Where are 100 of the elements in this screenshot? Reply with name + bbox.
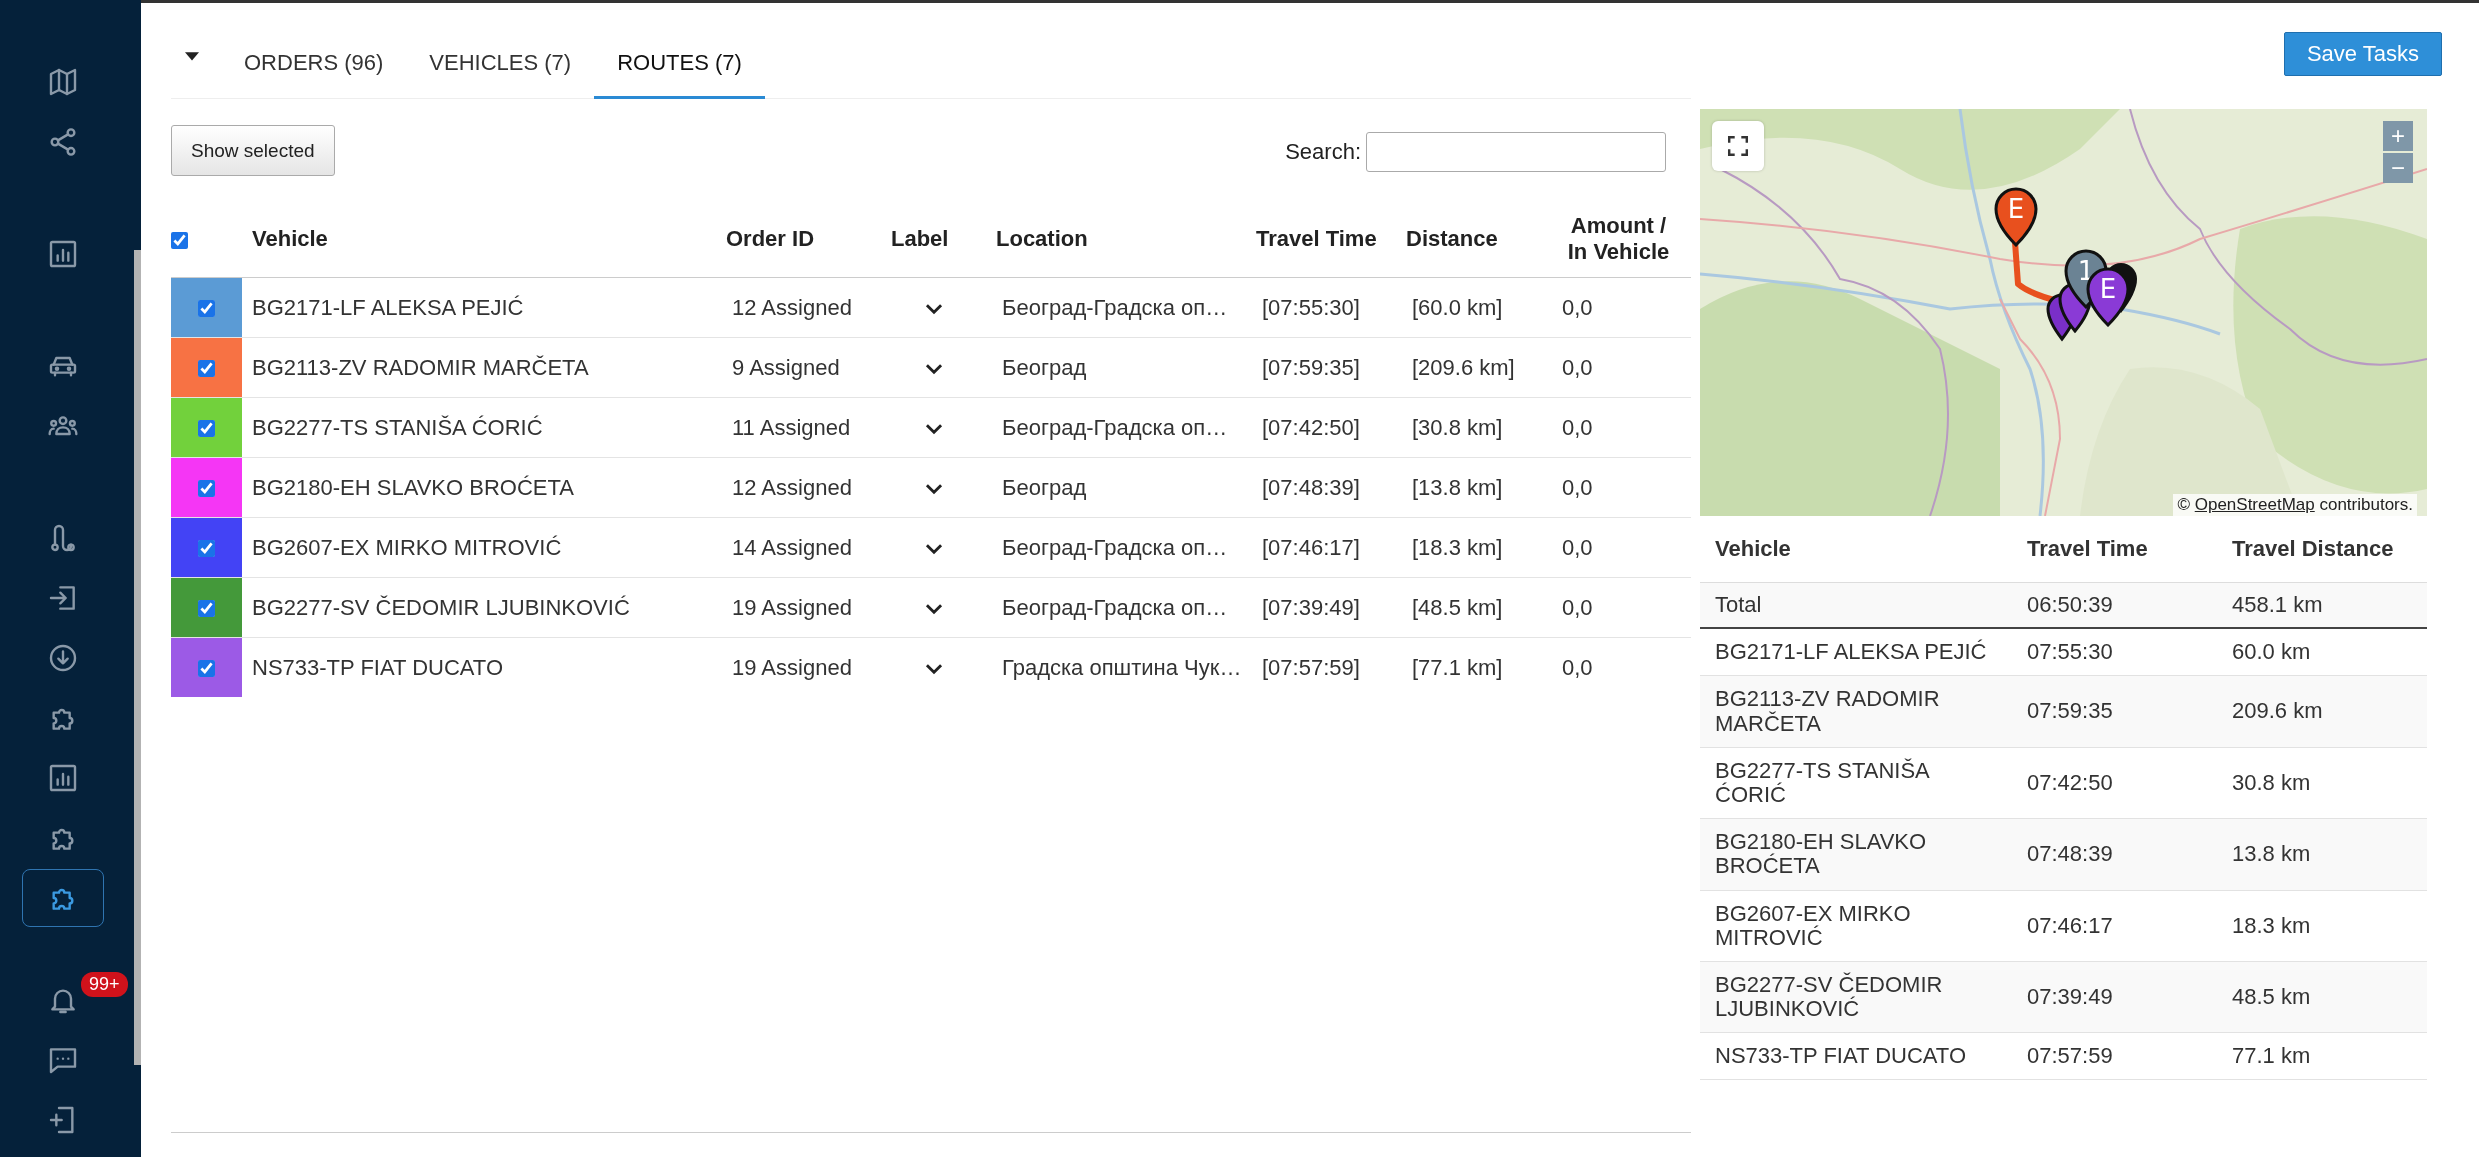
table-cell: BG2180-EH SLAVKO BROĆETA [252, 474, 574, 500]
table-cell: BG2277-TS STANIŠA ĆORIĆ [252, 414, 543, 440]
table-cell: Београд [1002, 474, 1087, 500]
table-cell: BG2113-ZV RADOMIR MARČETA [1715, 686, 1940, 736]
table-cell: 0,0 [1562, 534, 1593, 560]
table-cell: 07:42:50 [2027, 769, 2113, 795]
chevron-down-icon[interactable] [924, 662, 943, 675]
map-icon [47, 66, 79, 98]
table-cell: 209.6 km [2232, 698, 2323, 724]
table-cell: BG2113-ZV RADOMIR MARČETA [252, 354, 589, 380]
bar-chart-icon [47, 238, 79, 270]
zoom-out-button[interactable]: − [2383, 153, 2413, 183]
table-cell: BG2277-SV ČEDOMIR LJUBINKOVIĆ [252, 594, 630, 620]
chevron-down-icon[interactable] [924, 302, 943, 315]
table-cell: [07:39:49] [1262, 594, 1360, 620]
select-all-checkbox[interactable] [171, 231, 188, 249]
table-cell: 11 Assigned [732, 414, 851, 440]
chevron-down-icon[interactable] [924, 422, 943, 435]
table-cell: 18.3 km [2232, 912, 2311, 938]
chevron-down-icon[interactable] [924, 542, 943, 555]
table-cell: 77.1 km [2232, 1043, 2311, 1069]
column-header: Label [891, 226, 949, 251]
row-checkbox[interactable] [198, 360, 215, 378]
table-cell: [209.6 km] [1412, 354, 1515, 380]
zoom-in-button[interactable]: + [2383, 121, 2413, 151]
map-attribution: © OpenStreetMap contributors. [2173, 494, 2417, 516]
fullscreen-button[interactable] [1712, 121, 1764, 171]
table-cell: BG2171-LF ALEKSA PEJIĆ [1715, 639, 1987, 665]
row-checkbox[interactable] [198, 420, 215, 438]
table-cell: 0,0 [1562, 654, 1593, 680]
row-checkbox[interactable] [198, 480, 215, 498]
table-cell: 13.8 km [2232, 841, 2311, 867]
table-cell: 458.1 km [2232, 592, 2323, 617]
table-cell: Београд-Градска оп… [1002, 414, 1228, 440]
table-cell: 0,0 [1562, 294, 1593, 320]
search-label: Search: [1285, 139, 1361, 165]
chevron-down-icon[interactable] [924, 362, 943, 375]
table-cell: 14 Assigned [732, 534, 852, 560]
column-header: Distance [1406, 226, 1498, 251]
table-cell: 07:55:30 [2027, 639, 2113, 665]
table-cell: NS733-TP FIAT DUCATO [252, 654, 504, 680]
table-cell: 12 Assigned [732, 294, 852, 320]
table-cell: [07:55:30] [1262, 294, 1360, 320]
map-marker[interactable]: E [1994, 187, 2038, 247]
table-cell: 07:39:49 [2027, 983, 2113, 1009]
tab[interactable]: ORDERS (96) [221, 30, 407, 99]
row-checkbox[interactable] [198, 600, 215, 618]
column-header: Vehicle [1715, 536, 1791, 561]
table-cell: BG2607-EX MIRKO MITROVIĆ [1715, 900, 1911, 950]
table-cell: Београд-Градска оп… [1002, 594, 1228, 620]
table-cell: 0,0 [1562, 594, 1593, 620]
table-cell: 07:48:39 [2027, 841, 2113, 867]
scrollbar[interactable] [134, 250, 141, 1065]
openstreetmap-link[interactable]: OpenStreetMap [2194, 495, 2315, 514]
table-cell: BG2180-EH SLAVKO BROĆETA [1715, 829, 1927, 879]
column-header: Travel Time [2027, 536, 2148, 561]
table-cell: 48.5 km [2232, 983, 2311, 1009]
table-cell: 0,0 [1562, 474, 1593, 500]
table-cell: Београд [1002, 354, 1087, 380]
table-cell: 9 Assigned [732, 354, 840, 380]
search-field[interactable] [1366, 132, 1666, 172]
table-cell: 0,0 [1562, 354, 1593, 380]
table-cell: Градска општина Чук… [1002, 654, 1242, 680]
row-checkbox[interactable] [198, 540, 215, 558]
table-cell: [07:46:17] [1262, 534, 1360, 560]
table-cell: [60.0 km] [1412, 294, 1503, 320]
show-selected-button[interactable]: Show selected [171, 125, 335, 176]
tab[interactable]: VEHICLES (7) [406, 30, 595, 99]
column-header: Vehicle [252, 226, 328, 251]
table-cell: 19 Assigned [732, 594, 852, 620]
puzzle-nav-button[interactable] [22, 869, 104, 927]
table-cell: BG2277-SV ČEDOMIR LJUBINKOVIĆ [1715, 971, 1943, 1022]
caret-icon[interactable] [185, 52, 199, 62]
table-cell: BG2277-TS STANIŠA ĆORIĆ [1715, 757, 1929, 807]
table-cell: NS733-TP FIAT DUCATO [1715, 1043, 1967, 1069]
column-header: Location [996, 226, 1088, 251]
table-cell: [30.8 km] [1412, 414, 1503, 440]
tab[interactable]: ROUTES (7) [594, 30, 765, 99]
table-cell: 07:57:59 [2027, 1043, 2113, 1069]
column-header: Amount / In Vehicle [1567, 213, 1670, 264]
chevron-down-icon[interactable] [924, 482, 943, 495]
column-header: Travel Time [1256, 226, 1377, 251]
row-checkbox[interactable] [198, 660, 215, 678]
column-header: Travel Distance [2232, 536, 2394, 561]
column-header: Order ID [726, 226, 815, 251]
row-checkbox[interactable] [198, 300, 215, 318]
chevron-down-icon[interactable] [924, 602, 943, 615]
table-cell: 07:46:17 [2027, 912, 2113, 938]
save-tasks-button[interactable]: Save Tasks [2283, 32, 2442, 76]
table-cell: BG2607-EX MIRKO MITROVIĆ [252, 534, 562, 560]
table-cell: 19 Assigned [732, 654, 852, 680]
table-cell: 07:59:35 [2027, 698, 2113, 724]
notification-badge: 99+ [81, 972, 128, 997]
table-cell: 06:50:39 [2027, 592, 2113, 617]
table-cell: [07:59:35] [1262, 354, 1360, 380]
download-icon [47, 642, 79, 674]
table-cell: [07:42:50] [1262, 414, 1360, 440]
bar-chart-icon [47, 762, 79, 794]
table-cell: Београд-Градска оп… [1002, 534, 1228, 560]
table-cell: 12 Assigned [732, 474, 852, 500]
